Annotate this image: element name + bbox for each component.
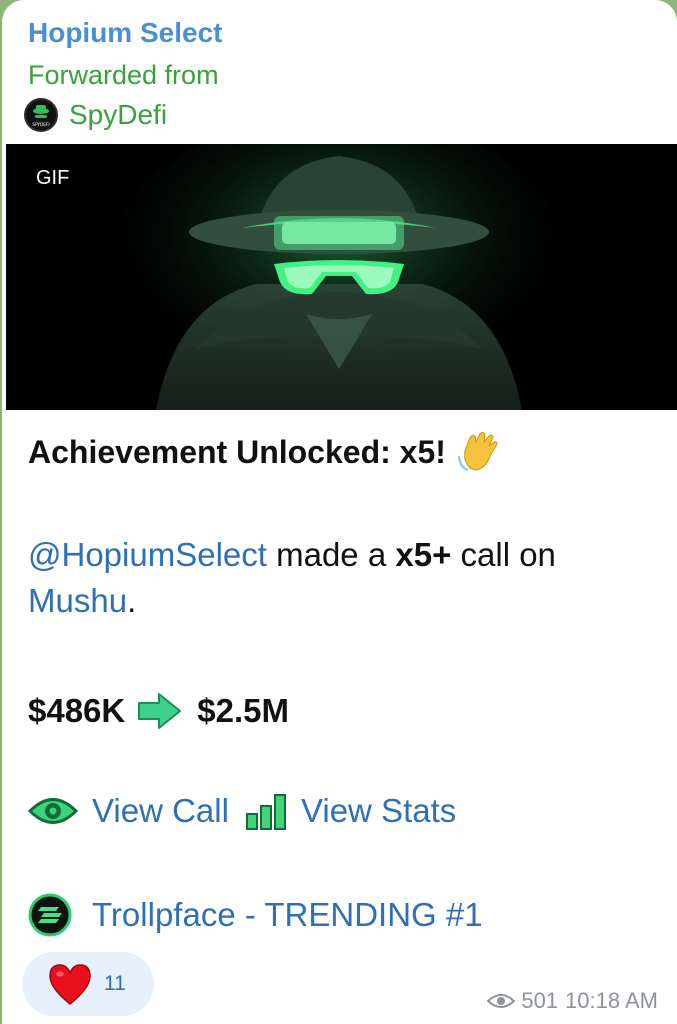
body-text-1: made a xyxy=(276,536,387,573)
gif-badge: GIF xyxy=(36,167,70,189)
waving-hand-icon xyxy=(457,431,498,471)
price-change: $486K $2.5M xyxy=(28,689,658,733)
price-from: $486K xyxy=(28,692,126,729)
heart-icon xyxy=(49,964,91,1005)
trending-link[interactable]: Trollpface - TRENDING #1 xyxy=(92,893,483,937)
gif-media[interactable]: GIF xyxy=(6,144,677,410)
forwarded-label: Forwarded from xyxy=(28,60,219,90)
message-body: @HopiumSelect made a x5+ call on Mushu. xyxy=(28,533,658,623)
eye-icon xyxy=(28,798,78,824)
title-text: Achievement Unlocked: x5! xyxy=(28,434,446,470)
source-avatar[interactable]: SPYDEFI xyxy=(24,98,58,132)
views-eye-icon xyxy=(487,994,516,1008)
source-name[interactable]: SpyDefi xyxy=(69,99,167,131)
reaction-chip[interactable]: 11 xyxy=(22,952,154,1016)
message-title: Achievement Unlocked: x5! xyxy=(28,430,658,474)
view-call-link[interactable]: View Call xyxy=(92,789,229,833)
message-time: 10:18 AM xyxy=(565,988,658,1013)
forward-source[interactable]: SPYDEFI SpyDefi xyxy=(24,97,167,133)
source-avatar-label: SPYDEFI xyxy=(32,122,49,127)
multiplier: x5+ xyxy=(395,536,452,573)
body-period: . xyxy=(127,582,137,619)
bar-chart-icon xyxy=(245,794,286,830)
body-text-2: call on xyxy=(460,536,556,573)
right-arrow-icon xyxy=(138,693,182,729)
mention-link[interactable]: @HopiumSelect xyxy=(28,536,267,573)
action-links: View Call View Stats xyxy=(28,789,658,833)
price-to: $2.5M xyxy=(197,692,289,729)
reaction-count: 11 xyxy=(104,972,126,995)
message-bubble[interactable]: Hopium Select Forwarded from SPYDEFI Spy… xyxy=(2,0,677,1024)
views-count: 501 xyxy=(521,988,559,1013)
view-stats-link[interactable]: View Stats xyxy=(301,789,456,833)
spy-hat-glasses-icon xyxy=(109,144,569,410)
spy-icon: SPYDEFI xyxy=(32,105,50,127)
message-meta: 501 10:18 AM xyxy=(487,988,658,1014)
token-link[interactable]: Mushu xyxy=(28,582,127,619)
sender-name[interactable]: Hopium Select xyxy=(28,17,222,49)
trending-row: Trollpface - TRENDING #1 xyxy=(28,893,658,937)
solana-icon xyxy=(28,893,72,937)
